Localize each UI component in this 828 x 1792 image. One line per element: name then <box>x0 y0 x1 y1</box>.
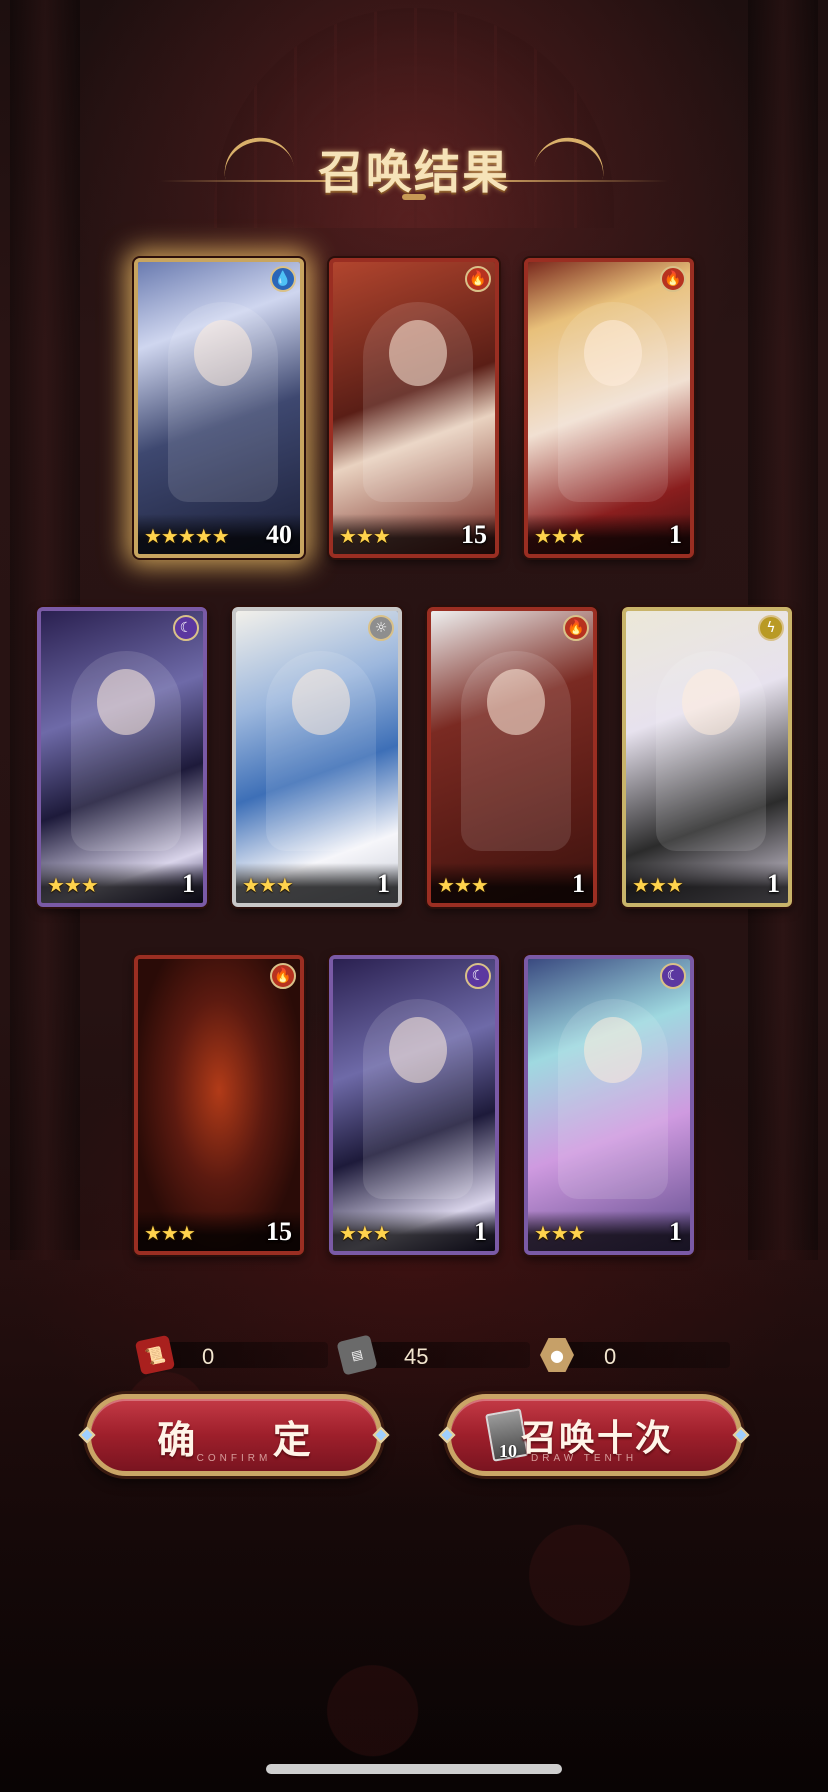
summon-card[interactable]: 🔥 ★★★ 15 <box>134 955 304 1255</box>
moon-element-icon: ☾ <box>173 615 199 641</box>
summon-card[interactable]: ☼ ★★★ 1 <box>232 607 402 907</box>
card-count: 1 <box>572 869 585 898</box>
summon-card[interactable]: ϟ ★★★ 1 <box>622 607 792 907</box>
fire-element-icon: 🔥 <box>563 615 589 641</box>
card-count: 1 <box>182 869 195 898</box>
light-element-icon: ☼ <box>368 615 394 641</box>
character-art <box>333 959 495 1251</box>
summon-card[interactable]: 🔥 ★★★ 1 <box>427 607 597 907</box>
confirm-button-sublabel: CONFIRM <box>196 1453 272 1464</box>
character-art <box>138 959 300 1251</box>
moon-element-icon: ☾ <box>465 963 491 989</box>
card-count: 1 <box>669 520 682 549</box>
confirm-button[interactable]: 确 定 CONFIRM <box>78 1394 390 1476</box>
rarity-stars: ★★★ <box>437 873 489 897</box>
rarity-stars: ★★★ <box>339 1221 391 1245</box>
rarity-stars: ★★★ <box>534 1221 586 1245</box>
resource-value: 0 <box>604 1344 617 1369</box>
summon-card[interactable]: ☾ ★★★ 1 <box>329 955 499 1255</box>
character-art <box>528 262 690 554</box>
scroll-icon: 📜 <box>134 1334 176 1376</box>
resource-value: 45 <box>404 1344 429 1369</box>
summon-card[interactable]: 🔥 ★★★ 1 <box>524 258 694 558</box>
water-element-icon: 💧 <box>270 266 296 292</box>
character-art <box>333 262 495 554</box>
rarity-stars: ★★★ <box>534 524 586 548</box>
character-art <box>626 611 788 903</box>
card-count: 15 <box>461 520 487 549</box>
character-art <box>431 611 593 903</box>
resource-ticket: ▤ 45 <box>336 1334 530 1376</box>
rarity-stars: ★★★ <box>47 873 99 897</box>
fire-element-icon: 🔥 <box>660 266 686 292</box>
page-title: 召唤结果 <box>318 147 510 198</box>
card-count: 1 <box>669 1217 682 1246</box>
ticket-icon: ▤ <box>336 1334 378 1376</box>
character-art <box>528 959 690 1251</box>
title-banner: 召唤结果 <box>160 128 668 208</box>
rarity-stars: ★★★ <box>632 873 684 897</box>
character-art <box>138 262 300 554</box>
draw-ticket-count: 10 <box>499 1441 517 1461</box>
summon-card[interactable]: ☾ ★★★ 1 <box>524 955 694 1255</box>
moon-element-icon: ☾ <box>660 963 686 989</box>
fire-element-icon: 🔥 <box>465 266 491 292</box>
fire-element-icon: 🔥 <box>270 963 296 989</box>
rarity-stars: ★★★ <box>144 1221 196 1245</box>
rarity-stars: ★★★ <box>242 873 294 897</box>
summon-card[interactable]: 🔥 ★★★ 15 <box>329 258 499 558</box>
card-count: 40 <box>266 520 292 549</box>
card-count: 15 <box>266 1217 292 1246</box>
card-count: 1 <box>767 869 780 898</box>
card-count: 1 <box>377 869 390 898</box>
resource-value: 0 <box>202 1344 215 1369</box>
summon-card[interactable]: 💧 ★★★★★ 40 <box>134 258 304 558</box>
resource-scroll: 📜 0 <box>134 1334 328 1376</box>
character-art <box>41 611 203 903</box>
draw-ten-button[interactable]: 10 召唤十次 DRAW TENTH <box>438 1394 750 1476</box>
character-art <box>236 611 398 903</box>
thunder-element-icon: ϟ <box>758 615 784 641</box>
summon-card[interactable]: ☾ ★★★ 1 <box>37 607 207 907</box>
card-count: 1 <box>474 1217 487 1246</box>
rarity-stars: ★★★ <box>339 524 391 548</box>
background-floor <box>0 1250 828 1792</box>
rarity-stars: ★★★★★ <box>144 524 230 548</box>
resource-hexagon-token: ● 0 <box>540 1338 730 1372</box>
title-center-ornament <box>402 194 426 200</box>
home-indicator[interactable] <box>266 1764 562 1774</box>
draw-ten-button-sublabel: DRAW TENTH <box>531 1453 638 1464</box>
